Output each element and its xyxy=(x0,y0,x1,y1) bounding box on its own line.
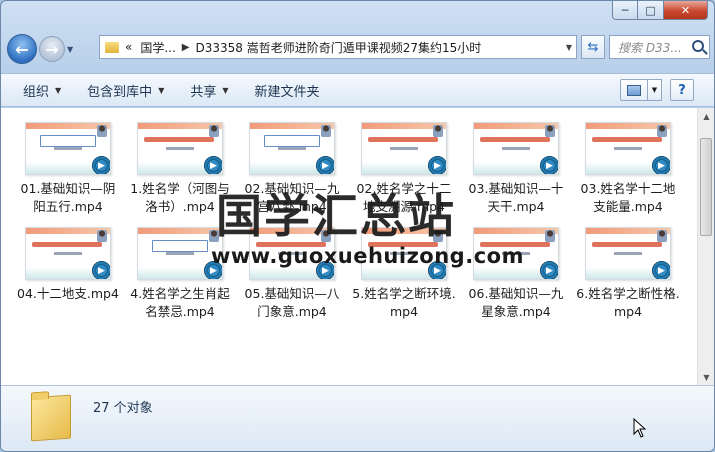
help-icon: ? xyxy=(678,82,686,98)
organize-menu[interactable]: 组织 ▼ xyxy=(23,81,61,100)
view-options-dropdown[interactable]: ▼ xyxy=(648,79,662,101)
caption-buttons: ─ □ ✕ xyxy=(612,1,708,20)
view-icon xyxy=(627,84,641,96)
video-thumbnail: ▶ xyxy=(473,122,559,175)
share-label: 共享 xyxy=(190,84,217,100)
file-name: 6.姓名学之断性格.mp4 xyxy=(576,286,680,319)
file-name: 5.姓名学之断环境.mp4 xyxy=(352,286,456,319)
forward-arrow-icon: → xyxy=(45,39,59,59)
presenter-icon xyxy=(657,125,667,137)
watermark-title: 国学汇总站 xyxy=(216,189,456,243)
new-folder-label: 新建文件夹 xyxy=(254,84,320,100)
video-file-icon: ▶ xyxy=(540,156,558,174)
back-button[interactable]: ← xyxy=(7,34,37,64)
minimize-button[interactable]: ─ xyxy=(612,1,638,20)
breadcrumb-separator-icon[interactable]: ▶ xyxy=(182,42,190,53)
file-item[interactable]: ▶ 01.基础知识—阴阳五行.mp4 xyxy=(13,122,123,216)
mouse-cursor-icon xyxy=(633,418,647,438)
explorer-window: ─ □ ✕ ← → ▼ « 国学... ▶ D33358 嵩哲老师进阶奇门遁甲课… xyxy=(0,0,715,452)
video-thumbnail: ▶ xyxy=(249,122,335,175)
presenter-icon xyxy=(545,230,555,242)
file-list-pane[interactable]: ▶ 01.基础知识—阴阳五行.mp4 ▶ 1.姓名学（河图与洛书）.mp4 ▶ 02.基础… xyxy=(1,108,714,385)
back-arrow-icon: ← xyxy=(15,39,29,59)
video-thumbnail: ▶ xyxy=(25,122,111,175)
file-item[interactable]: ▶ 03.基础知识—十天干.mp4 xyxy=(461,122,571,216)
vertical-scrollbar[interactable]: ▲ ▼ xyxy=(697,108,714,385)
change-view-button[interactable] xyxy=(620,79,648,101)
share-menu[interactable]: 共享 ▼ xyxy=(190,81,228,100)
maximize-button[interactable]: □ xyxy=(638,1,664,20)
file-name: 03.姓名学十二地支能量.mp4 xyxy=(580,181,676,214)
file-name: 06.基础知识—九星象意.mp4 xyxy=(468,286,564,319)
address-overflow[interactable]: « xyxy=(125,40,132,54)
command-bar: 组织 ▼ 包含到库中 ▼ 共享 ▼ 新建文件夹 ▼ ? xyxy=(1,73,714,107)
video-file-icon: ▶ xyxy=(652,156,670,174)
video-file-icon: ▶ xyxy=(316,156,334,174)
help-button[interactable]: ? xyxy=(670,79,694,101)
file-item[interactable]: ▶ 03.姓名学十二地支能量.mp4 xyxy=(573,122,683,216)
file-name: 04.十二地支.mp4 xyxy=(17,286,119,301)
file-item[interactable]: ▶ 6.姓名学之断性格.mp4 xyxy=(573,227,683,321)
video-file-icon: ▶ xyxy=(92,156,110,174)
navigation-bar: ← → ▼ « 国学... ▶ D33358 嵩哲老师进阶奇门遁甲课视频27集约… xyxy=(7,31,710,67)
video-thumbnail: ▶ xyxy=(137,122,223,175)
file-name: 03.基础知识—十天干.mp4 xyxy=(468,181,564,214)
scroll-up-icon[interactable]: ▲ xyxy=(699,108,714,124)
search-placeholder: 搜索 D33... xyxy=(618,40,682,55)
address-bar[interactable]: « 国学... ▶ D33358 嵩哲老师进阶奇门遁甲课视频27集约15小时 ▼ xyxy=(99,35,577,59)
chevron-down-icon[interactable]: ▼ xyxy=(566,43,572,52)
include-in-library-label: 包含到库中 xyxy=(87,84,153,100)
file-item[interactable]: ▶ 06.基础知识—九星象意.mp4 xyxy=(461,227,571,321)
breadcrumb-guoxue[interactable]: 国学... xyxy=(140,39,175,56)
presenter-icon xyxy=(657,230,667,242)
forward-button[interactable]: → xyxy=(39,36,65,62)
chevron-down-icon: ▼ xyxy=(222,85,229,95)
refresh-icon: ⇆ xyxy=(587,39,599,55)
file-item[interactable]: ▶ 04.十二地支.mp4 xyxy=(13,227,123,321)
presenter-icon xyxy=(97,125,107,137)
breadcrumb-current-folder[interactable]: D33358 嵩哲老师进阶奇门遁甲课视频27集约15小时 xyxy=(196,39,482,56)
refresh-button[interactable]: ⇆ xyxy=(581,35,605,59)
new-folder-button[interactable]: 新建文件夹 xyxy=(255,81,320,100)
file-name: 01.基础知识—阴阳五行.mp4 xyxy=(20,181,116,214)
watermark-url: www.guoxuehuizong.com xyxy=(211,244,524,268)
chevron-down-icon: ▼ xyxy=(55,85,62,95)
close-button[interactable]: ✕ xyxy=(664,1,708,20)
video-thumbnail: ▶ xyxy=(585,122,671,175)
video-file-icon: ▶ xyxy=(540,261,558,279)
scroll-down-icon[interactable]: ▼ xyxy=(699,369,714,385)
video-thumbnail: ▶ xyxy=(25,227,111,280)
video-file-icon: ▶ xyxy=(428,156,446,174)
chevron-down-icon: ▼ xyxy=(158,85,165,95)
include-in-library-menu[interactable]: 包含到库中 ▼ xyxy=(87,81,164,100)
presenter-icon xyxy=(321,125,331,137)
item-count: 27 个对象 xyxy=(93,401,153,416)
video-thumbnail: ▶ xyxy=(361,122,447,175)
file-name: 05.基础知识—八门象意.mp4 xyxy=(244,286,340,319)
search-input[interactable]: 搜索 D33... xyxy=(609,35,710,59)
presenter-icon xyxy=(97,230,107,242)
video-file-icon: ▶ xyxy=(204,156,222,174)
scrollbar-thumb[interactable] xyxy=(700,138,712,236)
presenter-icon xyxy=(545,125,555,137)
recent-pages-dropdown[interactable]: ▼ xyxy=(67,45,79,54)
organize-label: 组织 xyxy=(23,84,50,100)
chevron-down-icon: ▼ xyxy=(651,86,658,94)
search-icon[interactable] xyxy=(692,40,704,52)
file-name: 4.姓名学之生肖起名禁忌.mp4 xyxy=(130,286,230,319)
video-file-icon: ▶ xyxy=(652,261,670,279)
video-file-icon: ▶ xyxy=(92,261,110,279)
details-pane: 27 个对象 xyxy=(1,385,714,451)
video-thumbnail: ▶ xyxy=(585,227,671,280)
folder-icon xyxy=(105,41,119,53)
presenter-icon xyxy=(209,125,219,137)
presenter-icon xyxy=(433,125,443,137)
folder-icon xyxy=(31,394,71,442)
